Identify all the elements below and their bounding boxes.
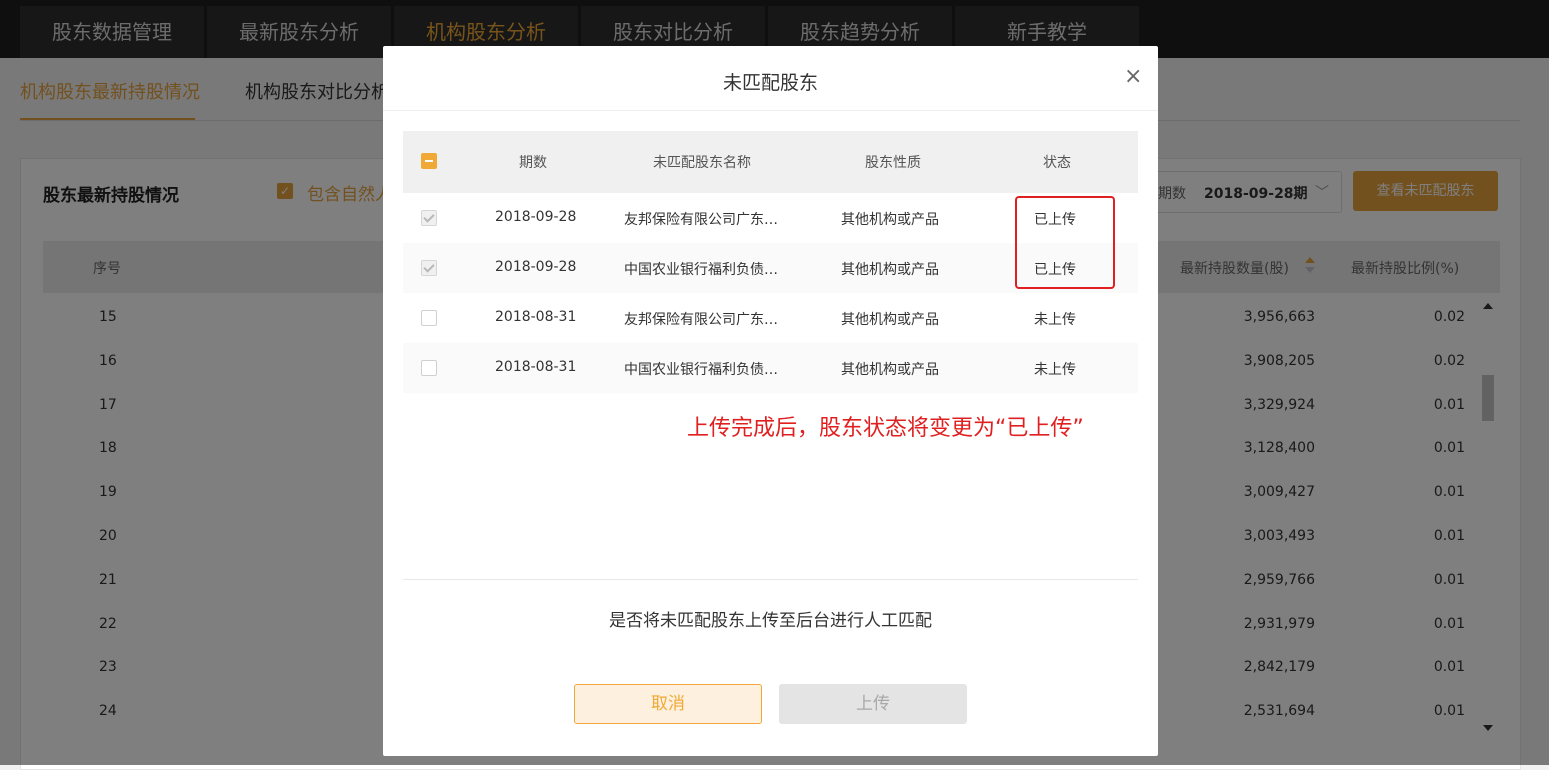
row-checkbox[interactable]	[421, 360, 437, 376]
col-header-period: 期数	[519, 155, 547, 171]
unmatched-table-header: 期数 未匹配股东名称 股东性质 状态	[403, 131, 1138, 193]
table-row[interactable]: 2018-08-31 中国农业银行福利负债… 其他机构或产品 未上传	[403, 343, 1138, 393]
row-checkbox[interactable]	[421, 310, 437, 326]
col-header-type: 股东性质	[865, 155, 921, 171]
status-text: 未上传	[1034, 362, 1076, 378]
row-checkbox	[421, 210, 437, 226]
upload-question: 是否将未匹配股东上传至后台进行人工匹配	[609, 611, 932, 631]
cancel-button[interactable]: 取消	[574, 684, 762, 724]
modal-title: 未匹配股东	[722, 72, 818, 94]
row-checkbox	[421, 260, 437, 276]
table-row[interactable]: 2018-08-31 友邦保险有限公司广东… 其他机构或产品 未上传	[403, 293, 1138, 343]
modal-header: 未匹配股东 ×	[383, 46, 1158, 111]
uploaded-status-highlight-box	[1015, 196, 1115, 289]
select-all-checkbox[interactable]	[421, 153, 437, 169]
annotation-text: 上传完成后，股东状态将变更为“已上传”	[687, 416, 1084, 441]
close-icon[interactable]: ×	[1124, 66, 1142, 88]
modal-divider	[403, 579, 1138, 580]
upload-button[interactable]: 上传	[779, 684, 967, 724]
col-header-status: 状态	[1043, 155, 1071, 171]
status-text: 未上传	[1034, 312, 1076, 328]
col-header-name: 未匹配股东名称	[653, 155, 751, 171]
unmatched-shareholders-modal: 未匹配股东 × 期数 未匹配股东名称 股东性质 状态 2018-09-28 友邦…	[383, 46, 1158, 756]
